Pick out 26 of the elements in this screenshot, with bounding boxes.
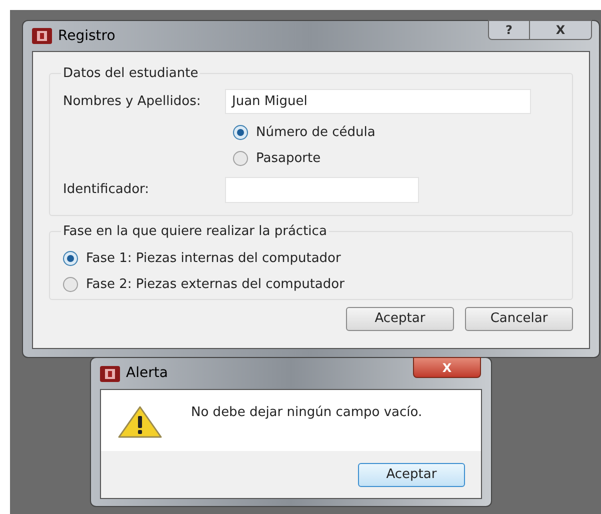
window-title: Alerta	[126, 364, 168, 383]
alert-message: No debe dejar ningún campo vacío.	[191, 404, 422, 422]
close-button[interactable]: X	[530, 20, 592, 40]
radio-button[interactable]	[63, 251, 78, 266]
warning-icon	[118, 406, 162, 438]
radio-option[interactable]: Fase 2: Piezas externas del computador	[63, 272, 559, 298]
help-button[interactable]: ?	[488, 20, 530, 40]
radio-button[interactable]	[233, 125, 248, 140]
field-label: Identificador:	[63, 180, 150, 199]
app-icon	[100, 366, 120, 382]
group-legend: Datos del estudiante	[61, 64, 200, 84]
identifier-field[interactable]	[225, 176, 419, 202]
group-legend: Fase en la que quiere realizar la práctica	[61, 222, 329, 242]
radio-option[interactable]: Pasaporte	[233, 146, 559, 172]
radio-button[interactable]	[63, 277, 78, 292]
field-label: Nombres y Apellidos:	[63, 92, 202, 111]
window-title: Registro	[58, 26, 116, 46]
cancel-button[interactable]: Cancelar	[465, 307, 573, 331]
radio-option[interactable]: Número de cédula	[233, 120, 559, 146]
radio-option[interactable]: Fase 1: Piezas internas del computador	[63, 246, 559, 272]
app-icon	[32, 28, 52, 44]
radio-button[interactable]	[233, 151, 248, 166]
accept-button[interactable]: Aceptar	[358, 463, 465, 487]
close-button[interactable]: X	[413, 357, 481, 378]
accept-button[interactable]: Aceptar	[346, 307, 454, 331]
name-field[interactable]: Juan Miguel	[225, 89, 531, 114]
